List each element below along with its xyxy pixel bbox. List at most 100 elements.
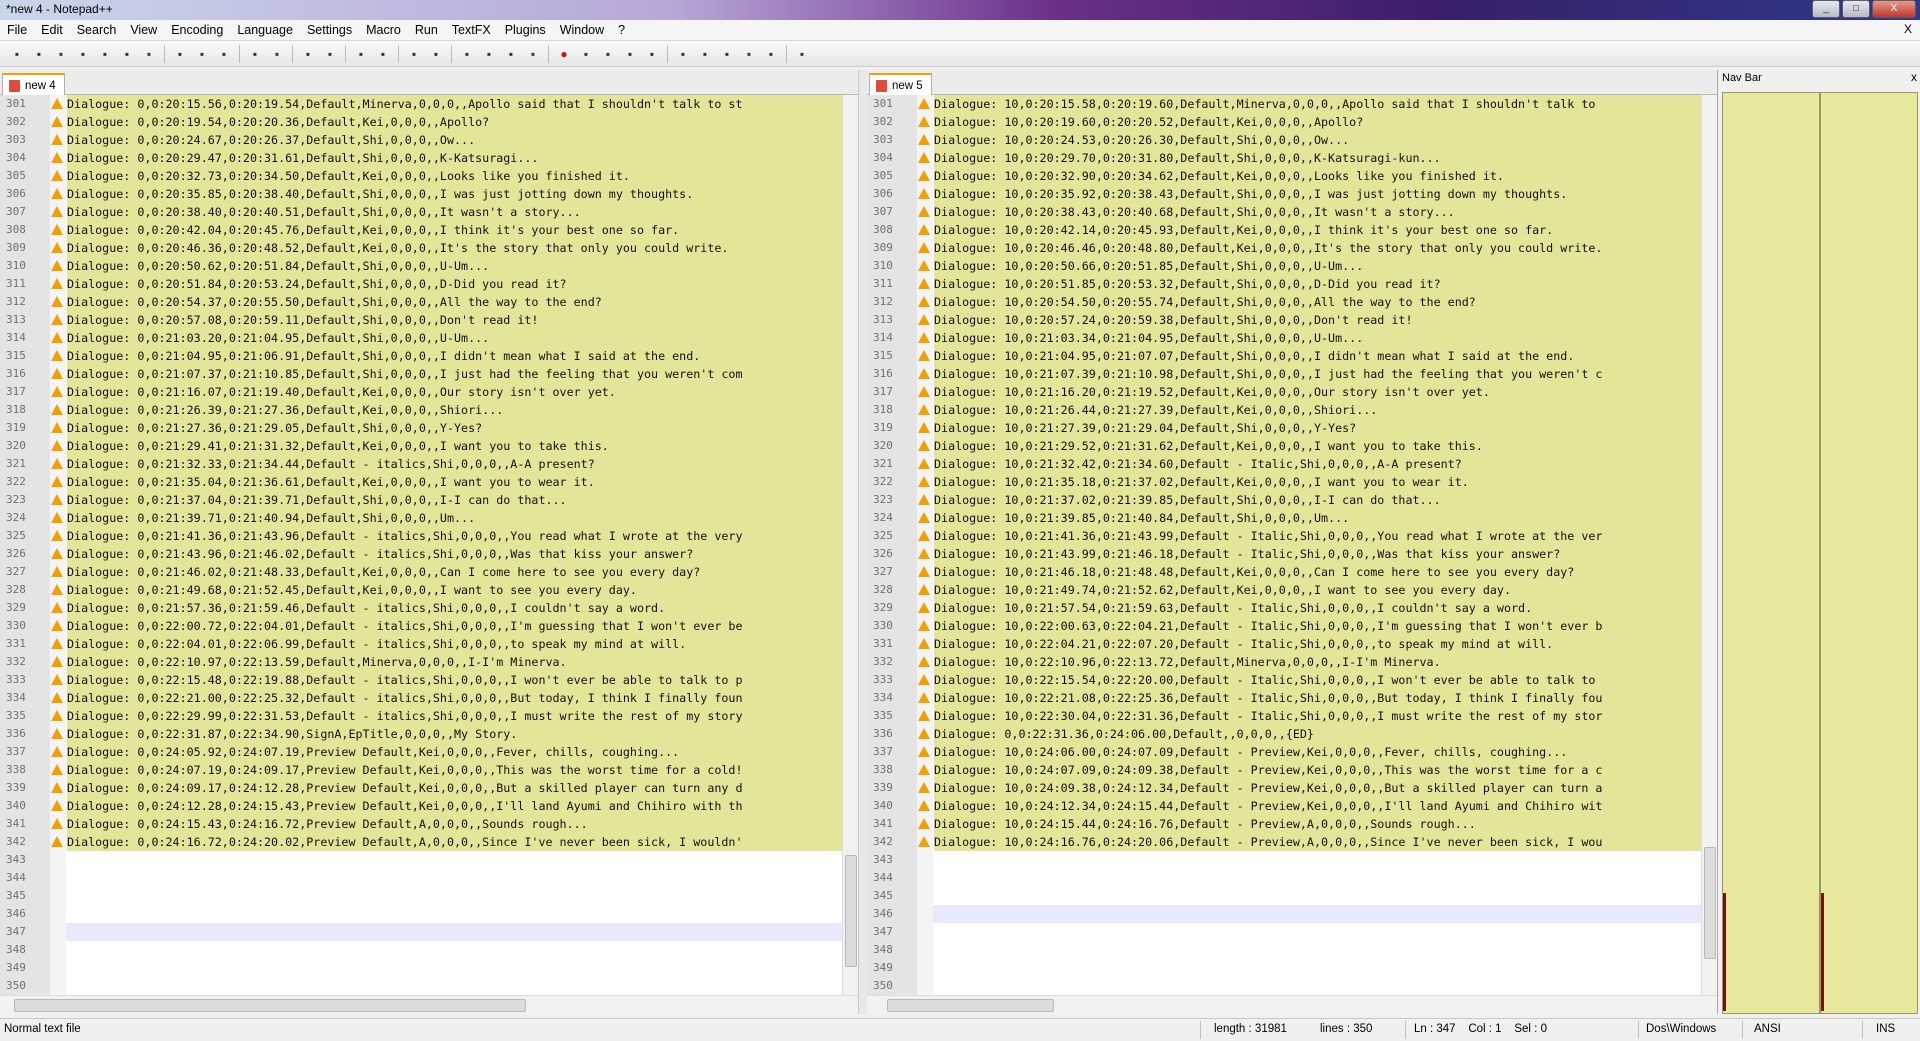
maximize-button[interactable]: □ [1842,0,1870,18]
code-line[interactable]: 321 Dialogue: 10,0:21:32.42,0:21:34.60,De… [867,455,1717,473]
tab-new-5[interactable]: new 5 [869,73,932,96]
code-line[interactable]: 350 [0,977,858,995]
settings-icon[interactable]: ▪ [762,45,780,63]
code-line[interactable]: 315 Dialogue: 0,0:21:04.95,0:21:06.91,Def… [0,347,858,365]
menu-encoding[interactable]: Encoding [164,23,230,37]
code-line[interactable]: 315 Dialogue: 10,0:21:04.95,0:21:07.07,De… [867,347,1717,365]
code-line[interactable]: 336 Dialogue: 0,0:22:31.87,0:22:34.90,Sig… [0,725,858,743]
status-encoding[interactable]: ANSI [1754,1023,1781,1035]
copy-icon[interactable]: ▪ [193,45,211,63]
code-line[interactable]: 303 Dialogue: 10,0:20:24.53,0:20:26.30,De… [867,131,1717,149]
code-line[interactable]: 324 Dialogue: 0,0:21:39.71,0:21:40.94,Def… [0,509,858,527]
stop-macro-icon[interactable]: ▪ [577,45,595,63]
code-line[interactable]: 327 Dialogue: 0,0:21:46.02,0:21:48.33,Def… [0,563,858,581]
code-line[interactable]: 334 Dialogue: 10,0:22:21.08,0:22:25.36,De… [867,689,1717,707]
code-line[interactable]: 340 Dialogue: 10,0:24:12.34,0:24:15.44,De… [867,797,1717,815]
code-line[interactable]: 307 Dialogue: 10,0:20:38.43,0:20:40.68,De… [867,203,1717,221]
code-line[interactable]: 304 Dialogue: 10,0:20:29.70,0:20:31.80,De… [867,149,1717,167]
code-line[interactable]: 306 Dialogue: 10,0:20:35.92,0:20:38.43,De… [867,185,1717,203]
code-line[interactable]: 321 Dialogue: 0,0:21:32.33,0:21:34.44,Def… [0,455,858,473]
tab-new-4[interactable]: new 4 [2,73,65,96]
left-editor[interactable]: 301 Dialogue: 0,0:20:15.56,0:20:19.54,Def… [0,95,858,1014]
word-wrap-icon[interactable]: ▪ [458,45,476,63]
code-line[interactable]: 309 Dialogue: 10,0:20:46.46,0:20:48.80,De… [867,239,1717,257]
code-line[interactable]: 331 Dialogue: 10,0:22:04.21,0:22:07.20,De… [867,635,1717,653]
menu-view[interactable]: View [123,23,164,37]
nav-bar-left-document[interactable] [1722,92,1820,1014]
code-line[interactable]: 302 Dialogue: 0,0:20:19.54,0:20:20.36,Def… [0,113,858,131]
code-line[interactable]: 313 Dialogue: 10,0:20:57.24,0:20:59.38,De… [867,311,1717,329]
code-line[interactable]: 346 [0,905,858,923]
code-line[interactable]: 325 Dialogue: 10,0:21:41.36,0:21:43.99,De… [867,527,1717,545]
zoom-out-icon[interactable]: ▪ [374,45,392,63]
code-line[interactable]: 314 Dialogue: 10,0:21:03.34,0:21:04.95,De… [867,329,1717,347]
code-line[interactable]: 344 [0,869,858,887]
run-macro-multiple-icon[interactable]: ▪ [621,45,639,63]
code-line[interactable]: 305 Dialogue: 10,0:20:32.90,0:20:34.62,De… [867,167,1717,185]
code-line[interactable]: 318 Dialogue: 10,0:21:26.44,0:21:27.39,De… [867,401,1717,419]
code-line[interactable]: 330 Dialogue: 10,0:22:00.63,0:22:04.21,De… [867,617,1717,635]
minimize-button[interactable]: _ [1812,0,1840,18]
code-line[interactable]: 335 Dialogue: 0,0:22:29.99,0:22:31.53,Def… [0,707,858,725]
code-line[interactable]: 326 Dialogue: 10,0:21:43.99,0:21:46.18,De… [867,545,1717,563]
code-line[interactable]: 324 Dialogue: 10,0:21:39.85,0:21:40.84,De… [867,509,1717,527]
new-file-icon[interactable]: ▪ [8,45,26,63]
menu-file[interactable]: File [0,23,34,37]
code-line[interactable]: 314 Dialogue: 0,0:21:03.20,0:21:04.95,Def… [0,329,858,347]
code-line[interactable]: 305 Dialogue: 0,0:20:32.73,0:20:34.50,Def… [0,167,858,185]
first-diff-icon[interactable]: ▪ [740,45,758,63]
prev-diff-icon[interactable]: ▪ [696,45,714,63]
close-window-button[interactable]: X [1872,0,1916,18]
indent-guide-icon[interactable]: ▪ [502,45,520,63]
menu-edit[interactable]: Edit [34,23,70,37]
code-line[interactable]: 320 Dialogue: 10,0:21:29.52,0:21:31.62,De… [867,437,1717,455]
code-line[interactable]: 343 [0,851,858,869]
horizontal-scroll-thumb[interactable] [14,999,526,1012]
redo-icon[interactable]: ▪ [268,45,286,63]
code-line[interactable]: 312 Dialogue: 10,0:20:54.50,0:20:55.74,De… [867,293,1717,311]
find-icon[interactable]: ▪ [299,45,317,63]
code-line[interactable]: 332 Dialogue: 10,0:22:10.96,0:22:13.72,De… [867,653,1717,671]
code-line[interactable]: 308 Dialogue: 10,0:20:42.14,0:20:45.93,De… [867,221,1717,239]
code-line[interactable]: 340 Dialogue: 0,0:24:12.28,0:24:15.43,Pre… [0,797,858,815]
code-line[interactable]: 308 Dialogue: 0,0:20:42.04,0:20:45.76,Def… [0,221,858,239]
zoom-in-icon[interactable]: ▪ [352,45,370,63]
code-line[interactable]: 318 Dialogue: 0,0:21:26.39,0:21:27.36,Def… [0,401,858,419]
code-line[interactable]: 309 Dialogue: 0,0:20:46.36,0:20:48.52,Def… [0,239,858,257]
code-line[interactable]: 316 Dialogue: 10,0:21:07.39,0:21:10.98,De… [867,365,1717,383]
code-line[interactable]: 341 Dialogue: 0,0:24:15.43,0:24:16.72,Pre… [0,815,858,833]
code-line[interactable]: 347 [0,923,858,941]
menu-help[interactable]: ? [611,23,632,37]
code-line[interactable]: 322 Dialogue: 10,0:21:35.18,0:21:37.02,De… [867,473,1717,491]
menu-language[interactable]: Language [230,23,300,37]
nav-bar-close-button[interactable]: x [1911,70,1917,84]
code-line[interactable]: 313 Dialogue: 0,0:20:57.08,0:20:59.11,Def… [0,311,858,329]
save-macro-icon[interactable]: ▪ [643,45,661,63]
code-line[interactable]: 342 Dialogue: 0,0:24:16.72,0:24:20.02,Pre… [0,833,858,851]
code-line[interactable]: 316 Dialogue: 0,0:21:07.37,0:21:10.85,Def… [0,365,858,383]
save-all-icon[interactable]: ▪ [74,45,92,63]
code-line[interactable]: 338 Dialogue: 10,0:24:07.09,0:24:09.38,De… [867,761,1717,779]
code-line[interactable]: 339 Dialogue: 10,0:24:09.38,0:24:12.34,De… [867,779,1717,797]
compare-icon[interactable]: ▪ [674,45,692,63]
code-line[interactable]: 337 Dialogue: 10,0:24:06.00,0:24:07.09,De… [867,743,1717,761]
code-line[interactable]: 311 Dialogue: 10,0:20:51.85,0:20:53.32,De… [867,275,1717,293]
code-line[interactable]: 339 Dialogue: 0,0:24:09.17,0:24:12.28,Pre… [0,779,858,797]
play-macro-icon[interactable]: ▪ [599,45,617,63]
undo-icon[interactable]: ▪ [246,45,264,63]
print-icon[interactable]: ▪ [140,45,158,63]
code-line[interactable]: 350 [867,977,1717,995]
code-line[interactable]: 345 [867,887,1717,905]
code-line[interactable]: 344 [867,869,1717,887]
code-line[interactable]: 342 Dialogue: 10,0:24:16.76,0:24:20.06,De… [867,833,1717,851]
code-line[interactable]: 310 Dialogue: 10,0:20:50.66,0:20:51.85,De… [867,257,1717,275]
code-line[interactable]: 306 Dialogue: 0,0:20:35.85,0:20:38.40,Def… [0,185,858,203]
sync-horizontal-icon[interactable]: ▪ [427,45,445,63]
code-line[interactable]: 348 [867,941,1717,959]
code-line[interactable]: 327 Dialogue: 10,0:21:46.18,0:21:48.48,De… [867,563,1717,581]
close-all-icon[interactable]: ▪ [118,45,136,63]
nav-bar-right-document[interactable] [1820,92,1918,1014]
code-line[interactable]: 322 Dialogue: 0,0:21:35.04,0:21:36.61,Def… [0,473,858,491]
status-eol-format[interactable]: Dos\Windows [1646,1023,1716,1035]
code-line[interactable]: 320 Dialogue: 0,0:21:29.41,0:21:31.32,Def… [0,437,858,455]
